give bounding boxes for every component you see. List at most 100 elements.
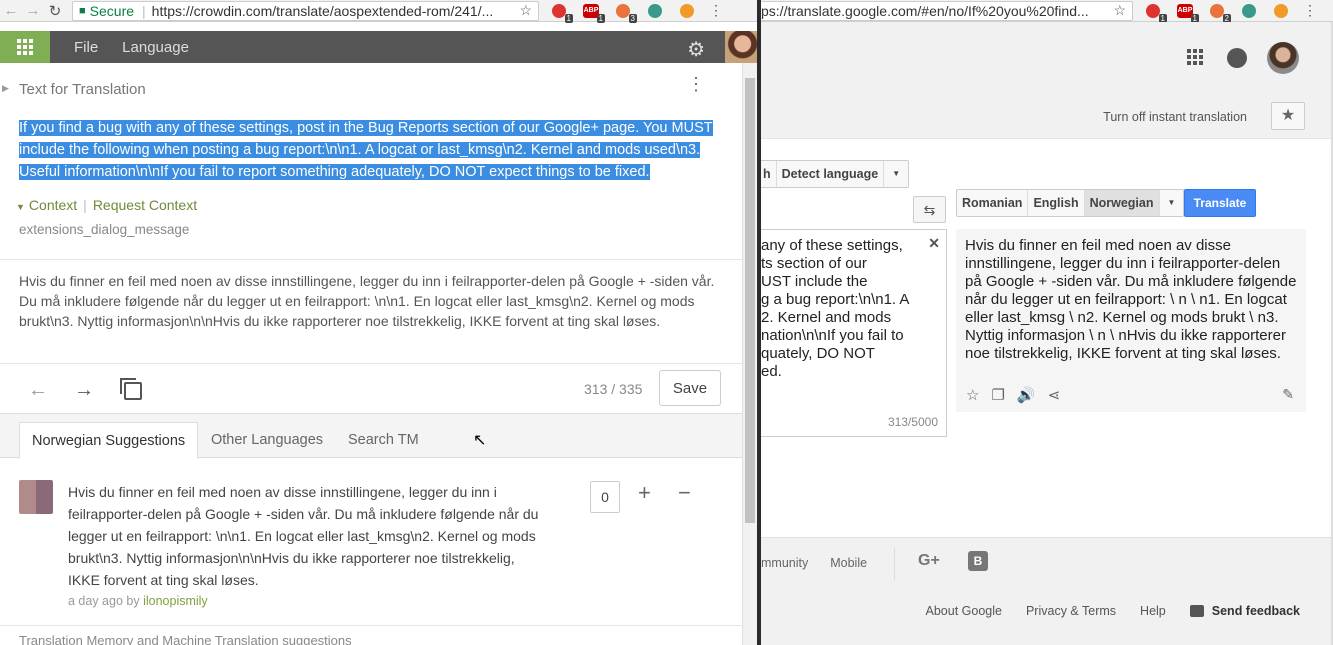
copy-icon[interactable]: ❐ (991, 386, 1004, 404)
char-count: 313/5000 (887, 415, 938, 429)
about-google-link[interactable]: About Google (926, 604, 1002, 618)
help-link[interactable]: Help (1140, 604, 1166, 618)
extension-icon[interactable] (643, 2, 667, 20)
lock-icon: ■ (79, 4, 86, 17)
string-key: extensions_dialog_message (19, 222, 190, 237)
translate-toolbar: Turn off instant translation ★ (761, 94, 1333, 139)
vote-down-icon[interactable]: − (678, 480, 691, 506)
adblock-icon[interactable]: ABP 1 (579, 2, 605, 23)
adblock-icon[interactable]: ABP 1 (1173, 2, 1199, 23)
mouse-cursor-icon: ↖ (473, 432, 487, 449)
suggestion-text[interactable]: Hvis du finner en feil med noen av disse… (68, 481, 548, 591)
detect-language-option[interactable]: Detect language (777, 161, 885, 187)
blogger-icon[interactable]: B (968, 551, 988, 571)
translate-button[interactable]: Translate (1184, 189, 1256, 217)
tab-other-languages[interactable]: Other Languages (199, 422, 335, 459)
translate-main: h Detect language ▼ ⇆ Romanian English N… (761, 139, 1333, 537)
crowdin-topbar: File Language ⚙ (0, 31, 757, 63)
extension-icon[interactable]: 1 (1141, 2, 1167, 23)
google-plus-icon[interactable]: G+ (918, 552, 940, 570)
url-text: ps://translate.google.com/#en/no/If%20yo… (761, 2, 1089, 19)
privacy-terms-link[interactable]: Privacy & Terms (1026, 604, 1116, 618)
extension-icon[interactable] (1269, 2, 1293, 20)
browser-menu-icon[interactable]: ⋮ (709, 2, 723, 19)
source-text[interactable]: If you find a bug with any of these sett… (19, 117, 719, 183)
lang-romanian[interactable]: Romanian (957, 190, 1029, 216)
bookmark-star-icon[interactable]: ☆ (1113, 2, 1126, 19)
tab-search-tm[interactable]: Search TM (336, 422, 431, 459)
source-textarea[interactable]: any of these settings, ts section of our… (761, 229, 947, 437)
address-bar[interactable]: ps://translate.google.com/#en/no/If%20yo… (761, 0, 1133, 21)
lang-english[interactable]: English (1028, 190, 1085, 216)
feedback-icon (1189, 605, 1204, 617)
lang-norwegian[interactable]: Norwegian (1084, 190, 1160, 216)
extension-icon[interactable]: 2 (1205, 2, 1231, 23)
edit-pencil-icon[interactable]: ✎ (1282, 386, 1294, 403)
close-icon[interactable]: ✕ (928, 235, 940, 252)
gear-icon[interactable]: ⚙ (687, 37, 705, 62)
extension-icon[interactable] (675, 2, 699, 20)
back-icon[interactable]: ← (0, 2, 22, 19)
source-language-bar: h Detect language ▼ (761, 160, 910, 188)
author-link[interactable]: ilonopismily (143, 594, 208, 608)
caret-down-icon: ▼ (16, 202, 25, 212)
grid-icon (17, 39, 33, 55)
speaker-icon[interactable]: 🔊 (1017, 386, 1036, 404)
menu-language[interactable]: Language (122, 39, 189, 56)
source-text[interactable]: any of these settings, ts section of our… (761, 237, 936, 381)
menu-file[interactable]: File (74, 39, 98, 56)
char-counter: 313 / 335 (584, 381, 643, 397)
suggestion-tabs: Norwegian Suggestions Other Languages Se… (0, 413, 742, 459)
bookmark-star-icon[interactable]: ☆ (519, 2, 532, 19)
reload-icon[interactable]: ↻ (44, 2, 66, 20)
next-arrow-icon[interactable]: → (74, 379, 94, 402)
avatar[interactable] (725, 31, 757, 63)
instant-translation-toggle[interactable]: Turn off instant translation (1103, 110, 1247, 124)
send-feedback-link[interactable]: Send feedback (1189, 604, 1300, 618)
footer-link-mobile[interactable]: Mobile (830, 556, 867, 570)
crowdin-window: ← → ↻ ■ Secure | https://crowdin.com/tra… (0, 0, 757, 645)
apps-icon[interactable] (1187, 49, 1203, 65)
avatar[interactable] (1267, 42, 1299, 74)
more-options-icon[interactable]: ⋮ (687, 75, 705, 93)
phrasebook-star-icon[interactable]: ★ (1271, 102, 1305, 130)
translation-textarea[interactable]: Hvis du finner en feil med noen av disse… (19, 271, 719, 331)
scrollbar[interactable]: ◀ (742, 63, 757, 645)
footer-link-community[interactable]: mmunity (761, 556, 808, 570)
extension-icon[interactable]: 3 (611, 2, 637, 23)
notifications-icon[interactable] (1227, 48, 1247, 68)
share-icon[interactable]: ⋖ (1048, 386, 1061, 404)
chevron-down-icon[interactable]: ▼ (1160, 190, 1184, 216)
collapse-arrow-icon[interactable]: ▶ (2, 83, 9, 94)
tab-norwegian-suggestions[interactable]: Norwegian Suggestions (19, 422, 199, 459)
forward-icon[interactable]: → (22, 2, 44, 19)
browser-menu-icon[interactable]: ⋮ (1303, 2, 1317, 19)
address-bar[interactable]: ■ Secure | https://crowdin.com/translate… (72, 0, 539, 21)
tm-section-label: Translation Memory and Machine Translati… (19, 633, 352, 645)
swap-languages-icon[interactable]: ⇆ (913, 196, 946, 223)
chevron-down-icon[interactable]: ▼ (884, 161, 908, 187)
browser-toolbar: ← → ↻ ■ Secure | https://crowdin.com/tra… (0, 0, 757, 23)
suggestion-meta: a day ago by ilonopismily (68, 594, 208, 608)
footer-bottom: About Google Privacy & Terms Help Send f… (902, 604, 1333, 618)
save-button[interactable]: Save (659, 370, 721, 406)
scroll-thumb[interactable] (745, 78, 755, 523)
previous-arrow-icon[interactable]: ← (28, 379, 48, 402)
translated-text: Hvis du finner en feil med noen av disse… (965, 237, 1297, 362)
vote-up-icon[interactable]: + (638, 480, 651, 506)
vote-count: 0 (590, 481, 620, 513)
google-translate-window: ps://translate.google.com/#en/no/If%20yo… (761, 0, 1333, 645)
copy-source-icon[interactable] (120, 377, 142, 400)
context-link[interactable]: Context (29, 197, 77, 213)
apps-grid-button[interactable] (0, 31, 50, 63)
browser-toolbar: ps://translate.google.com/#en/no/If%20yo… (761, 0, 1333, 23)
google-header (761, 22, 1333, 94)
extension-icon[interactable]: 1 (547, 2, 573, 23)
source-lang-option[interactable]: h (761, 161, 777, 187)
output-tools: ☆ ❐ 🔊 ⋖ (966, 386, 1060, 404)
extension-icon[interactable] (1237, 2, 1261, 20)
request-context-link[interactable]: Request Context (93, 197, 197, 213)
editor-panel: ▶ Text for Translation ⋮ If you find a b… (0, 63, 742, 645)
section-title: Text for Translation (19, 81, 146, 98)
star-icon[interactable]: ☆ (966, 386, 979, 404)
